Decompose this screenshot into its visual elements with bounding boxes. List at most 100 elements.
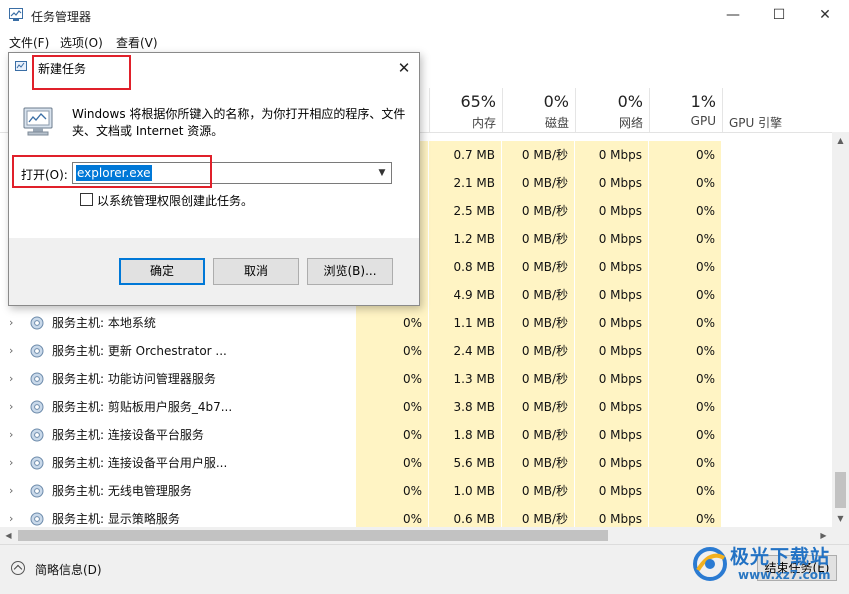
expand-chevron-icon[interactable]: › bbox=[9, 457, 19, 469]
browse-button[interactable]: 浏览(B)... bbox=[307, 258, 393, 285]
memory-cell: 1.3 MB bbox=[429, 365, 501, 393]
scroll-down-arrow-icon[interactable]: ▼ bbox=[832, 510, 849, 527]
chevron-down-icon[interactable]: ▼ bbox=[375, 166, 389, 180]
network-cell: 0 Mbps bbox=[575, 281, 648, 309]
horizontal-scroll-thumb[interactable] bbox=[18, 530, 608, 541]
scroll-left-arrow-icon[interactable]: ◀ bbox=[0, 527, 17, 544]
memory-cell: 4.9 MB bbox=[429, 281, 501, 309]
create-new-task-dialog: 新建任务 ✕ Windows 将根据你所键入的名称，为你打开相应的程序、文件夹、… bbox=[8, 52, 420, 306]
annotation-highlight-box bbox=[32, 55, 131, 90]
disk-cell: 0 MB/秒 bbox=[502, 281, 574, 309]
window-title: 任务管理器 bbox=[31, 10, 92, 24]
collapse-chevron-icon[interactable] bbox=[11, 561, 25, 575]
table-row[interactable]: › 服务主机: 功能访问管理器服务 0% 1.3 MB 0 MB/秒 0 Mbps 0% bbox=[0, 365, 832, 393]
gpu-cell: 0% bbox=[649, 309, 721, 337]
table-row[interactable]: › 服务主机: 本地系统 0% 1.1 MB 0 MB/秒 0 Mbps 0% bbox=[0, 309, 832, 337]
column-network[interactable]: 0% 网络 bbox=[575, 88, 649, 132]
gpu-cell: 0% bbox=[649, 197, 721, 225]
table-row[interactable]: › 服务主机: 无线电管理服务 0% 1.0 MB 0 MB/秒 0 Mbps 0% bbox=[0, 477, 832, 505]
network-cell: 0 Mbps bbox=[575, 477, 648, 505]
disk-cell: 0 MB/秒 bbox=[502, 505, 574, 527]
column-gpu[interactable]: 1% GPU bbox=[649, 88, 722, 132]
network-cell: 0 Mbps bbox=[575, 393, 648, 421]
memory-cell: 1.1 MB bbox=[429, 309, 501, 337]
column-gpu-engine[interactable]: GPU 引擎 bbox=[722, 88, 833, 132]
disk-cell: 0 MB/秒 bbox=[502, 421, 574, 449]
gpu-cell: 0% bbox=[649, 365, 721, 393]
cancel-button[interactable]: 取消 bbox=[213, 258, 299, 285]
close-button[interactable]: ✕ bbox=[802, 0, 848, 30]
memory-cell: 5.6 MB bbox=[429, 449, 501, 477]
gpu-cell: 0% bbox=[649, 449, 721, 477]
ok-button[interactable]: 确定 bbox=[119, 258, 205, 285]
table-row[interactable]: › 服务主机: 剪贴板用户服务_4b7... 0% 3.8 MB 0 MB/秒 0 Mbp… bbox=[0, 393, 832, 421]
memory-cell: 1.2 MB bbox=[429, 225, 501, 253]
dialog-app-icon bbox=[15, 61, 27, 71]
memory-cell: 2.5 MB bbox=[429, 197, 501, 225]
column-disk[interactable]: 0% 磁盘 bbox=[502, 88, 575, 132]
less-details-link[interactable]: 简略信息(D) bbox=[35, 561, 102, 578]
cpu-cell: 0% bbox=[356, 337, 428, 365]
menu-file[interactable]: 文件(F) bbox=[9, 34, 49, 51]
gear-icon bbox=[29, 315, 45, 331]
network-cell: 0 Mbps bbox=[575, 197, 648, 225]
cpu-cell: 0% bbox=[356, 393, 428, 421]
cpu-cell: 0% bbox=[356, 477, 428, 505]
vertical-scroll-thumb[interactable] bbox=[835, 472, 846, 508]
network-cell: 0 Mbps bbox=[575, 141, 648, 169]
gear-icon bbox=[29, 343, 45, 359]
maximize-button[interactable]: ☐ bbox=[756, 0, 802, 30]
network-cell: 0 Mbps bbox=[575, 337, 648, 365]
gpu-cell: 0% bbox=[649, 253, 721, 281]
table-row[interactable]: › 服务主机: 连接设备平台用户服... 0% 5.6 MB 0 MB/秒 0 Mbps 0… bbox=[0, 449, 832, 477]
gpu-cell: 0% bbox=[649, 281, 721, 309]
gear-icon bbox=[29, 455, 45, 471]
minimize-button[interactable]: — bbox=[710, 0, 756, 30]
annotation-highlight-box bbox=[12, 155, 212, 188]
expand-chevron-icon[interactable]: › bbox=[9, 513, 19, 525]
network-cell: 0 Mbps bbox=[575, 505, 648, 527]
disk-cell: 0 MB/秒 bbox=[502, 253, 574, 281]
admin-privileges-label[interactable]: 以系统管理权限创建此任务。 bbox=[97, 192, 253, 209]
expand-chevron-icon[interactable]: › bbox=[9, 345, 19, 357]
process-name: 服务主机: 显示策略服务 bbox=[52, 512, 180, 526]
expand-chevron-icon[interactable]: › bbox=[9, 373, 19, 385]
disk-cell: 0 MB/秒 bbox=[502, 309, 574, 337]
expand-chevron-icon[interactable]: › bbox=[9, 317, 19, 329]
memory-cell: 2.4 MB bbox=[429, 337, 501, 365]
column-disk-label: 磁盘 bbox=[544, 116, 569, 130]
memory-cell: 1.0 MB bbox=[429, 477, 501, 505]
vertical-scrollbar[interactable]: ▲ ▼ bbox=[832, 132, 849, 527]
network-cell: 0 Mbps bbox=[575, 253, 648, 281]
disk-cell: 0 MB/秒 bbox=[502, 365, 574, 393]
column-network-label: 网络 bbox=[618, 116, 643, 130]
cpu-cell: 0% bbox=[356, 309, 428, 337]
network-cell: 0 Mbps bbox=[575, 169, 648, 197]
dialog-description: Windows 将根据你所键入的名称，为你打开相应的程序、文件夹、文档或 Int… bbox=[72, 107, 406, 138]
gpu-cell: 0% bbox=[649, 421, 721, 449]
process-name: 服务主机: 连接设备平台用户服... bbox=[52, 456, 228, 470]
gpu-cell: 0% bbox=[649, 141, 721, 169]
admin-privileges-checkbox[interactable] bbox=[80, 193, 93, 206]
scroll-up-arrow-icon[interactable]: ▲ bbox=[832, 132, 849, 149]
gear-icon bbox=[29, 371, 45, 387]
table-row[interactable]: › 服务主机: 显示策略服务 0% 0.6 MB 0 MB/秒 0 Mbps 0% bbox=[0, 505, 832, 527]
cpu-cell: 0% bbox=[356, 449, 428, 477]
process-name: 服务主机: 剪贴板用户服务_4b7... bbox=[52, 400, 233, 414]
expand-chevron-icon[interactable]: › bbox=[9, 401, 19, 413]
expand-chevron-icon[interactable]: › bbox=[9, 429, 19, 441]
process-name: 服务主机: 无线电管理服务 bbox=[52, 484, 192, 498]
network-cell: 0 Mbps bbox=[575, 449, 648, 477]
gpu-cell: 0% bbox=[649, 477, 721, 505]
process-name: 服务主机: 连接设备平台服务 bbox=[52, 428, 204, 442]
expand-chevron-icon[interactable]: › bbox=[9, 485, 19, 497]
table-row[interactable]: › 服务主机: 更新 Orchestrator ... 0% 2.4 MB 0 MB/秒… bbox=[0, 337, 832, 365]
gear-icon bbox=[29, 511, 45, 527]
column-memory[interactable]: 65% 内存 bbox=[429, 88, 502, 132]
dialog-title-bar: 新建任务 ✕ bbox=[9, 53, 419, 90]
network-cell: 0 Mbps bbox=[575, 365, 648, 393]
menu-view[interactable]: 查看(V) bbox=[116, 34, 158, 51]
table-row[interactable]: › 服务主机: 连接设备平台服务 0% 1.8 MB 0 MB/秒 0 Mbps 0% bbox=[0, 421, 832, 449]
dialog-close-icon[interactable]: ✕ bbox=[391, 55, 417, 81]
menu-options[interactable]: 选项(O) bbox=[60, 34, 103, 51]
